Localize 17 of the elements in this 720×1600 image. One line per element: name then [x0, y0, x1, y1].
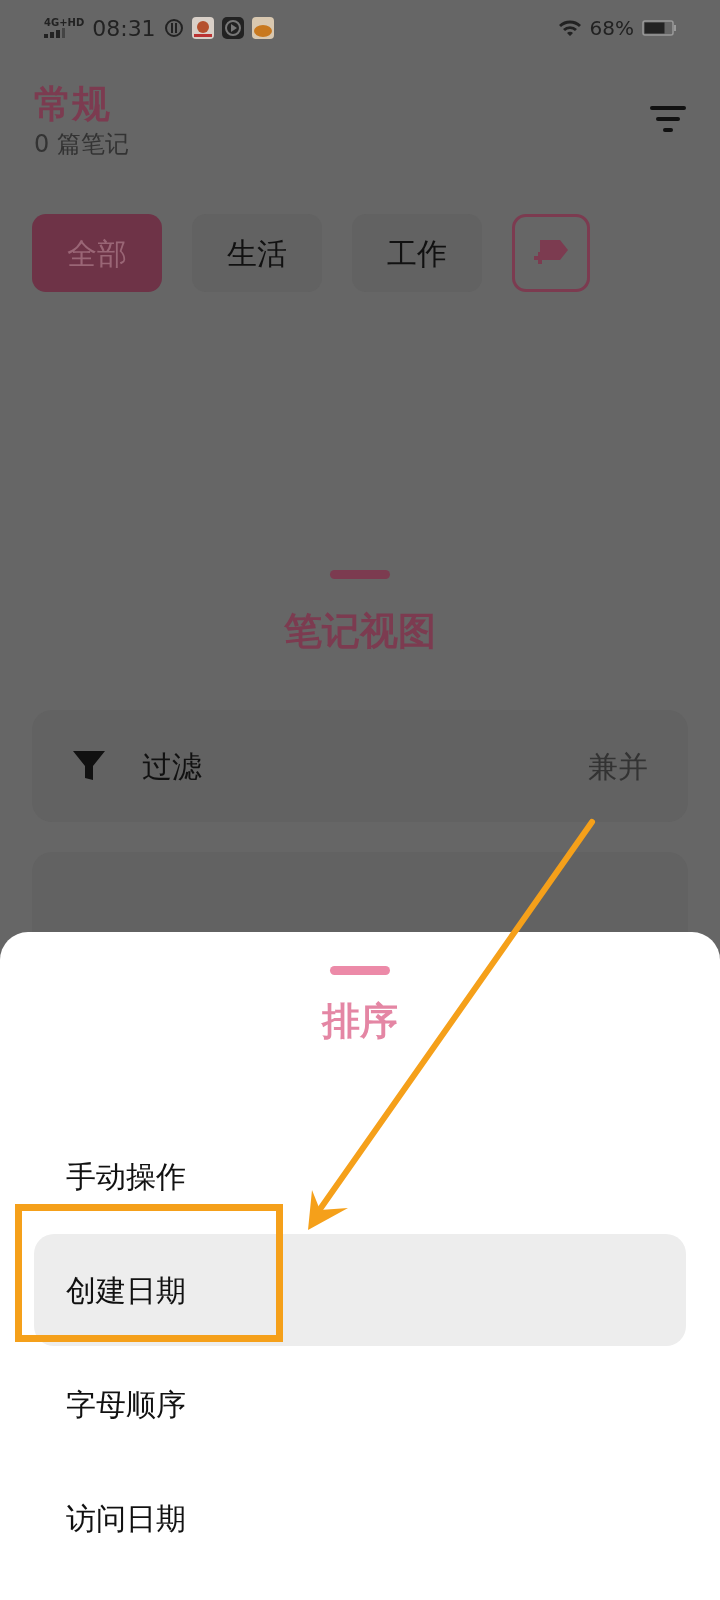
battery-percent: 68% [589, 15, 634, 42]
filter-label: 过滤 [142, 747, 202, 786]
app-icon [251, 17, 274, 39]
notification-icon [163, 18, 184, 38]
sort-option[interactable]: 创建日期 [34, 1234, 686, 1346]
wifi-icon [557, 19, 582, 37]
signal-icon [44, 28, 66, 38]
network-label: 4G+HD [44, 18, 85, 28]
battery-icon [642, 20, 676, 36]
filter-icon [72, 749, 106, 783]
sort-icon[interactable] [650, 106, 686, 134]
play-icon [221, 17, 244, 39]
clock-time: 08:31 [92, 14, 156, 43]
sheet-handle [330, 570, 390, 579]
app-icon [191, 17, 214, 39]
sheet-handle [330, 966, 390, 975]
sheet-title: 排序 [322, 998, 398, 1045]
